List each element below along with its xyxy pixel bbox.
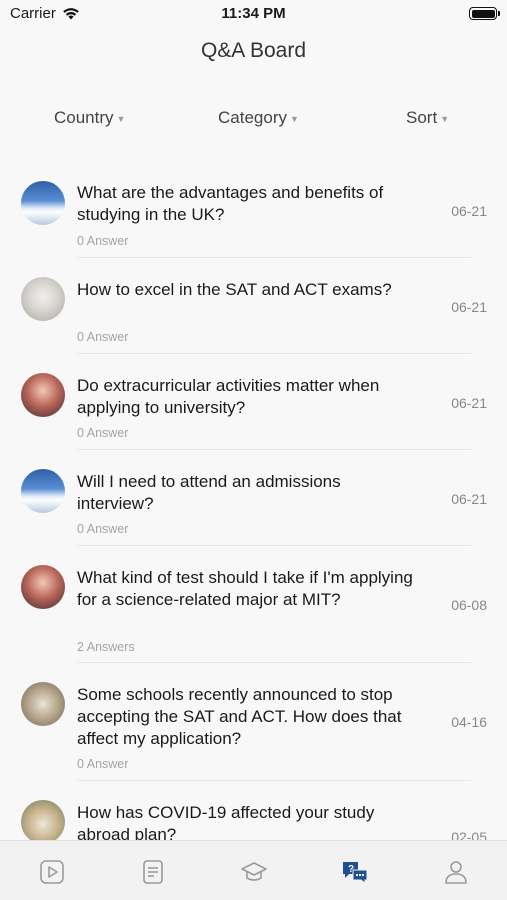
country-filter-dropdown[interactable]: Country ▼ <box>54 108 125 128</box>
question-date: 06-21 <box>451 491 487 507</box>
question-title: How to excel in the SAT and ACT exams? <box>77 280 392 299</box>
question-title: What kind of test should I take if I'm a… <box>77 568 413 609</box>
document-icon <box>143 860 163 884</box>
qa-chat-icon: ? <box>343 862 368 884</box>
question-row[interactable]: How to excel in the SAT and ACT exams? 0… <box>0 258 507 354</box>
question-row[interactable]: What are the advantages and benefits of … <box>0 170 507 258</box>
page-title: Q&A Board <box>200 39 307 62</box>
question-row[interactable]: Do extracurricular activities matter whe… <box>0 354 507 450</box>
question-date: 06-21 <box>451 203 487 219</box>
question-title: Some schools recently announced to stop … <box>77 685 402 748</box>
tab-profile[interactable] <box>442 858 470 886</box>
question-title: Will I need to attend an admissions inte… <box>77 472 341 513</box>
question-row[interactable]: Some schools recently announced to stop … <box>0 663 507 781</box>
question-title: Do extracurricular activities matter whe… <box>77 376 380 417</box>
video-play-icon <box>40 860 64 884</box>
tab-qa-board[interactable]: ? <box>341 858 369 886</box>
avatar <box>21 469 65 513</box>
tab-bar: ? <box>0 840 507 900</box>
answer-count: 0 Answer <box>77 426 129 440</box>
question-date: 06-08 <box>451 597 487 613</box>
status-time: 11:34 PM <box>221 5 286 22</box>
filter-bar: Country ▼ Category ▼ Sort ▼ <box>0 108 507 134</box>
tab-articles[interactable] <box>139 858 167 886</box>
question-row[interactable]: How has COVID-19 affected your study abr… <box>0 781 507 840</box>
question-date: 06-21 <box>451 395 487 411</box>
status-bar: Carrier 11:34 PM <box>0 0 507 28</box>
question-title: What are the advantages and benefits of … <box>77 183 384 224</box>
caret-down-icon: ▼ <box>440 114 450 124</box>
caret-down-icon: ▼ <box>116 114 126 124</box>
category-filter-label: Category <box>218 108 287 127</box>
sort-label: Sort <box>406 108 438 127</box>
answer-count: 0 Answer <box>77 234 129 248</box>
battery-icon <box>469 7 500 20</box>
avatar <box>21 682 65 726</box>
avatar <box>21 565 65 609</box>
answer-count: 0 Answer <box>77 330 129 344</box>
avatar <box>21 277 65 321</box>
caret-down-icon: ▼ <box>289 114 299 124</box>
question-list[interactable]: What are the advantages and benefits of … <box>0 170 507 840</box>
sort-dropdown[interactable]: Sort ▼ <box>406 108 449 128</box>
question-row[interactable]: What kind of test should I take if I'm a… <box>0 546 507 663</box>
question-date: 04-16 <box>451 714 487 730</box>
question-title: How has COVID-19 affected your study abr… <box>77 803 375 840</box>
question-row[interactable]: Will I need to attend an admissions inte… <box>0 450 507 546</box>
answer-count: 0 Answer <box>77 757 129 771</box>
question-date: 02-05 <box>451 829 487 840</box>
country-filter-label: Country <box>54 108 114 127</box>
tab-schools[interactable] <box>240 858 268 886</box>
tab-videos[interactable] <box>38 858 66 886</box>
category-filter-dropdown[interactable]: Category ▼ <box>218 108 299 128</box>
graduation-cap-icon <box>241 862 267 881</box>
avatar <box>21 181 65 225</box>
question-date: 06-21 <box>451 299 487 315</box>
profile-icon <box>445 861 467 884</box>
avatar <box>21 373 65 417</box>
answer-count: 2 Answers <box>77 640 135 654</box>
answer-count: 0 Answer <box>77 522 129 536</box>
avatar <box>21 800 65 840</box>
